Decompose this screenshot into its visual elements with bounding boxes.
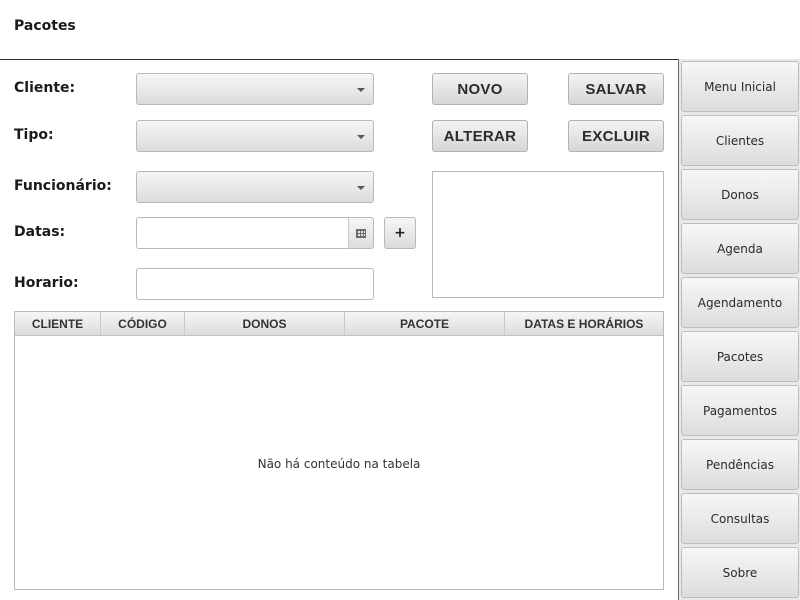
novo-button[interactable]: NOVO (432, 73, 528, 105)
alterar-button[interactable]: ALTERAR (432, 120, 528, 152)
sidebar-item-pendencias[interactable]: Pendências (681, 439, 799, 490)
sidebar-item-menu-inicial[interactable]: Menu Inicial (681, 61, 799, 112)
datas-input[interactable] (136, 217, 350, 249)
add-date-button[interactable]: + (384, 217, 416, 249)
sidebar-item-pacotes[interactable]: Pacotes (681, 331, 799, 382)
horario-label: Horario: (14, 275, 79, 291)
calendar-icon (356, 228, 366, 238)
column-header-datas-horarios[interactable]: DATAS E HORÁRIOS (505, 312, 663, 335)
date-picker-button[interactable] (348, 217, 374, 249)
chevron-down-icon (357, 186, 365, 190)
salvar-button[interactable]: SALVAR (568, 73, 664, 105)
horario-input[interactable] (136, 268, 374, 300)
tipo-label: Tipo: (14, 127, 54, 143)
sidebar-item-agendamento[interactable]: Agendamento (681, 277, 799, 328)
sidebar-item-clientes[interactable]: Clientes (681, 115, 799, 166)
sidebar-item-consultas[interactable]: Consultas (681, 493, 799, 544)
packages-table[interactable]: CLIENTE CÓDIGO DONOS PACOTE DATAS E HORÁ… (14, 311, 664, 590)
column-header-codigo[interactable]: CÓDIGO (101, 312, 185, 335)
funcionario-label: Funcionário: (14, 178, 112, 194)
sidebar-item-donos[interactable]: Donos (681, 169, 799, 220)
table-empty-message: Não há conteúdo na tabela (257, 457, 421, 471)
cliente-label: Cliente: (14, 80, 76, 96)
sidebar-item-sobre[interactable]: Sobre (681, 547, 799, 598)
column-header-pacote[interactable]: PACOTE (345, 312, 505, 335)
dates-list[interactable] (432, 171, 664, 298)
page-title: Pacotes (14, 18, 76, 34)
cliente-select[interactable] (136, 73, 374, 105)
tipo-select[interactable] (136, 120, 374, 152)
sidebar-item-pagamentos[interactable]: Pagamentos (681, 385, 799, 436)
column-header-donos[interactable]: DONOS (185, 312, 345, 335)
sidebar: Menu Inicial Clientes Donos Agenda Agend… (678, 59, 800, 600)
datas-label: Datas: (14, 224, 66, 240)
column-header-cliente[interactable]: CLIENTE (15, 312, 101, 335)
chevron-down-icon (357, 135, 365, 139)
chevron-down-icon (357, 88, 365, 92)
sidebar-item-agenda[interactable]: Agenda (681, 223, 799, 274)
excluir-button[interactable]: EXCLUIR (568, 120, 664, 152)
table-header: CLIENTE CÓDIGO DONOS PACOTE DATAS E HORÁ… (15, 312, 663, 336)
funcionario-select[interactable] (136, 171, 374, 203)
